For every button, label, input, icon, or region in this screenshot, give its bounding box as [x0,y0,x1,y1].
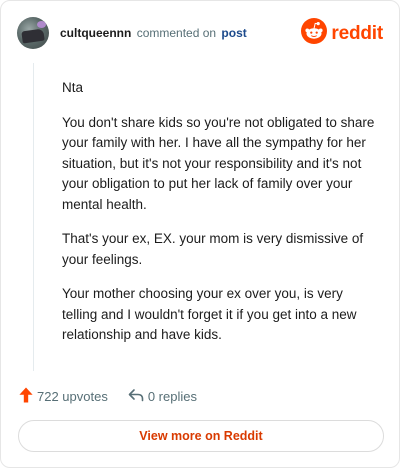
thread-line [33,63,34,371]
comment-paragraph: Nta [62,80,84,95]
comment-header: cultqueennn commented on post reddit [17,15,383,51]
post-link[interactable]: post [221,26,246,40]
comment-paragraph: You don't share kids so you're not oblig… [62,114,375,212]
username-link[interactable]: cultqueennn [60,26,131,40]
comment-actions: 722 upvotes 0 replies [19,386,197,406]
reply-count: 0 replies [147,388,197,404]
upvote-count: 722 upvotes [37,388,108,404]
embedded-comment-card: cultqueennn commented on post reddit Nta… [0,0,400,468]
reply-arrow-icon [128,388,144,405]
replies-button[interactable]: 0 replies [128,388,197,405]
user-avatar[interactable] [17,17,49,49]
upvote-button[interactable]: 722 upvotes [19,387,108,406]
reddit-wordmark: reddit [331,22,383,44]
comment-body: Nta You don't share kids so you're not o… [62,78,380,360]
comment-action-text: commented on [136,26,217,40]
reddit-snoo-icon [301,18,328,49]
upvote-arrow-icon [19,387,33,406]
reddit-brand[interactable]: reddit [301,18,383,49]
comment-paragraph: That's your ex, EX. your mom is very dis… [62,231,364,267]
view-more-on-reddit-button[interactable]: View more on Reddit [18,420,384,452]
comment-meta: cultqueennn commented on post [60,26,247,40]
comment-paragraph: Your mother choosing your ex over you, i… [62,286,357,342]
